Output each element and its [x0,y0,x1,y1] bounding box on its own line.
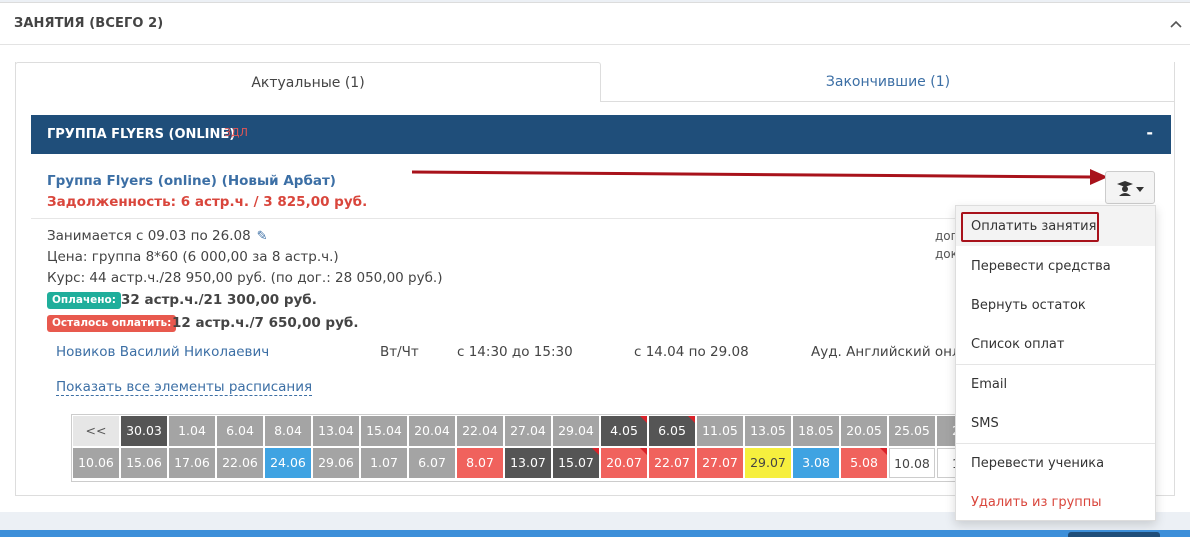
bottom-bar [0,530,1190,537]
lesson-cell[interactable]: 15.07 [553,448,599,478]
attendance-grid: << 30.03 1.04 6.04 8.04 13.04 15.04 20.04 22.04 2… [71,414,957,482]
group-link[interactable]: Группа Flyers (online) (Новый Арбат) [47,173,336,189]
schedule-time: с 14:30 до 15:30 [457,344,573,360]
lesson-cell[interactable]: 13.04 [313,416,359,446]
lesson-cell[interactable]: 4.05 [601,416,647,446]
lesson-cell[interactable]: 3.08 [793,448,839,478]
menu-item-remove[interactable]: Удалить из группы [971,495,1102,510]
tab-finished[interactable]: Закончившие (1) [601,62,1175,102]
tab-current[interactable]: Актуальные (1) [15,62,601,102]
lesson-cell[interactable]: 15.06 [121,448,167,478]
lesson-cell[interactable]: 20.07 [601,448,647,478]
menu-item-sms[interactable]: SMS [971,416,999,431]
course-text: Курс: 44 астр.ч./28 950,00 руб. (по дог.… [47,270,443,286]
lesson-cell[interactable]: 25.05 [889,416,935,446]
lesson-cell[interactable]: 8.04 [265,416,311,446]
lesson-cell[interactable]: 10.06 [73,448,119,478]
lesson-cell[interactable]: 5.08 [841,448,887,478]
lesson-cell[interactable]: 29.07 [745,448,791,478]
bottom-button[interactable] [1068,532,1160,537]
student-icon [1117,181,1133,196]
group-header: ГРУППА FLYERS (ONLINE) ЗДЛ - [31,115,1171,154]
lesson-cell[interactable]: 6.05 [649,416,695,446]
group-title: ГРУППА FLYERS (ONLINE) [47,127,236,142]
studies-text: Занимается с 09.03 по 26.08 [47,228,251,244]
lesson-cell[interactable]: 30.03 [121,416,167,446]
lesson-cell[interactable]: 1.04 [169,416,215,446]
lesson-cell[interactable]: 29.04 [553,416,599,446]
menu-item-refund[interactable]: Вернуть остаток [971,298,1086,313]
lesson-cell[interactable]: 22.04 [457,416,503,446]
document-label: док [935,247,955,261]
show-all-schedule-link[interactable]: Показать все элементы расписания [56,379,313,396]
student-actions-button[interactable] [1105,171,1155,204]
menu-item-transfer-funds[interactable]: Перевести средства [971,259,1111,274]
menu-item-email[interactable]: Email [971,377,1007,392]
lesson-cell[interactable]: 27 [937,416,956,446]
menu-divider [956,443,1155,444]
lesson-cell[interactable]: 29.06 [313,448,359,478]
divider [31,218,956,219]
contract-label: дог [935,229,955,243]
paid-badge: Оплачено: [47,292,121,309]
lesson-cell[interactable]: 17.06 [169,448,215,478]
teacher-link[interactable]: Новиков Василий Николаевич [56,344,269,360]
lesson-cell[interactable]: 22.06 [217,448,263,478]
menu-divider [956,364,1155,365]
lesson-cell[interactable]: 27.04 [505,416,551,446]
price-text: Цена: группа 8*60 (6 000,00 за 8 астр.ч.… [47,249,339,265]
lesson-cell[interactable]: 13.05 [745,416,791,446]
studies-line: Занимается с 09.03 по 26.08 ✎ [47,228,268,244]
menu-item-pay[interactable]: Оплатить занятия [971,219,1096,234]
menu-item-transfer-student[interactable]: Перевести ученика [971,456,1104,471]
annotation-arrow [411,169,1108,185]
schedule-days: Вт/Чт [380,344,419,360]
lesson-cell[interactable]: 10.08 [889,448,935,478]
caret-down-icon [1136,187,1144,192]
grid-prev-button[interactable]: << [73,416,119,446]
lesson-cell[interactable]: 18.05 [793,416,839,446]
lesson-cell[interactable]: 8.07 [457,448,503,478]
lesson-cell[interactable]: 24.06 [265,448,311,478]
lesson-cell[interactable]: 27.07 [697,448,743,478]
group-tag: ЗДЛ [224,126,248,139]
lesson-cell[interactable]: 20.04 [409,416,455,446]
lesson-cell[interactable]: 6.07 [409,448,455,478]
left-badge: Осталось оплатить: [47,315,177,332]
paid-value: 32 астр.ч./21 300,00 руб. [121,292,317,308]
lesson-cell[interactable]: 22.07 [649,448,695,478]
schedule-room: Ауд. Английский онлайн [811,344,957,360]
menu-item-payment-list[interactable]: Список оплат [971,337,1064,352]
lesson-cell[interactable]: 12 [937,448,956,478]
schedule-period: с 14.04 по 29.08 [634,344,749,360]
lesson-cell[interactable]: 13.07 [505,448,551,478]
panel-title: ЗАНЯТИЯ (ВСЕГО 2) [14,16,164,31]
student-actions-menu: Оплатить занятия Перевести средства Верн… [955,205,1156,521]
lesson-cell[interactable]: 6.04 [217,416,263,446]
left-value: 12 астр.ч./7 650,00 руб. [172,315,359,331]
chevron-up-icon[interactable] [1170,19,1182,29]
pencil-icon[interactable]: ✎ [257,229,268,244]
panel-header[interactable]: ЗАНЯТИЯ (ВСЕГО 2) [0,3,1190,45]
lesson-cell[interactable]: 1.07 [361,448,407,478]
debt-text: Задолженность: 6 астр.ч. / 3 825,00 руб. [47,194,368,210]
lesson-cell[interactable]: 20.05 [841,416,887,446]
group-collapse-button[interactable]: - [1146,123,1153,142]
lesson-cell[interactable]: 11.05 [697,416,743,446]
lesson-cell[interactable]: 15.04 [361,416,407,446]
